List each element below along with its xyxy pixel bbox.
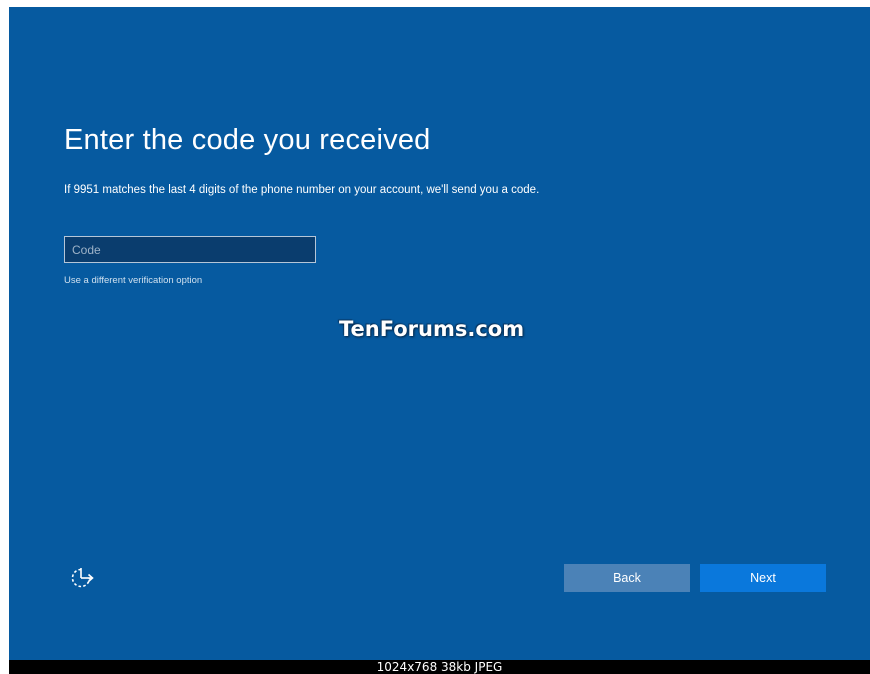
setup-screen: Enter the code you received If 9951 matc… (9, 7, 870, 660)
watermark-text: TenForums.com (339, 317, 525, 341)
page-frame: Enter the code you received If 9951 matc… (0, 0, 870, 674)
back-button[interactable]: Back (564, 564, 690, 592)
image-info-bar: 1024x768 38kb JPEG (9, 660, 870, 674)
different-verification-link[interactable]: Use a different verification option (64, 275, 202, 286)
page-title: Enter the code you received (64, 124, 431, 156)
code-input[interactable] (64, 236, 316, 263)
ease-of-access-icon[interactable] (67, 564, 97, 592)
description-text: If 9951 matches the last 4 digits of the… (64, 184, 540, 196)
next-button[interactable]: Next (700, 564, 826, 592)
